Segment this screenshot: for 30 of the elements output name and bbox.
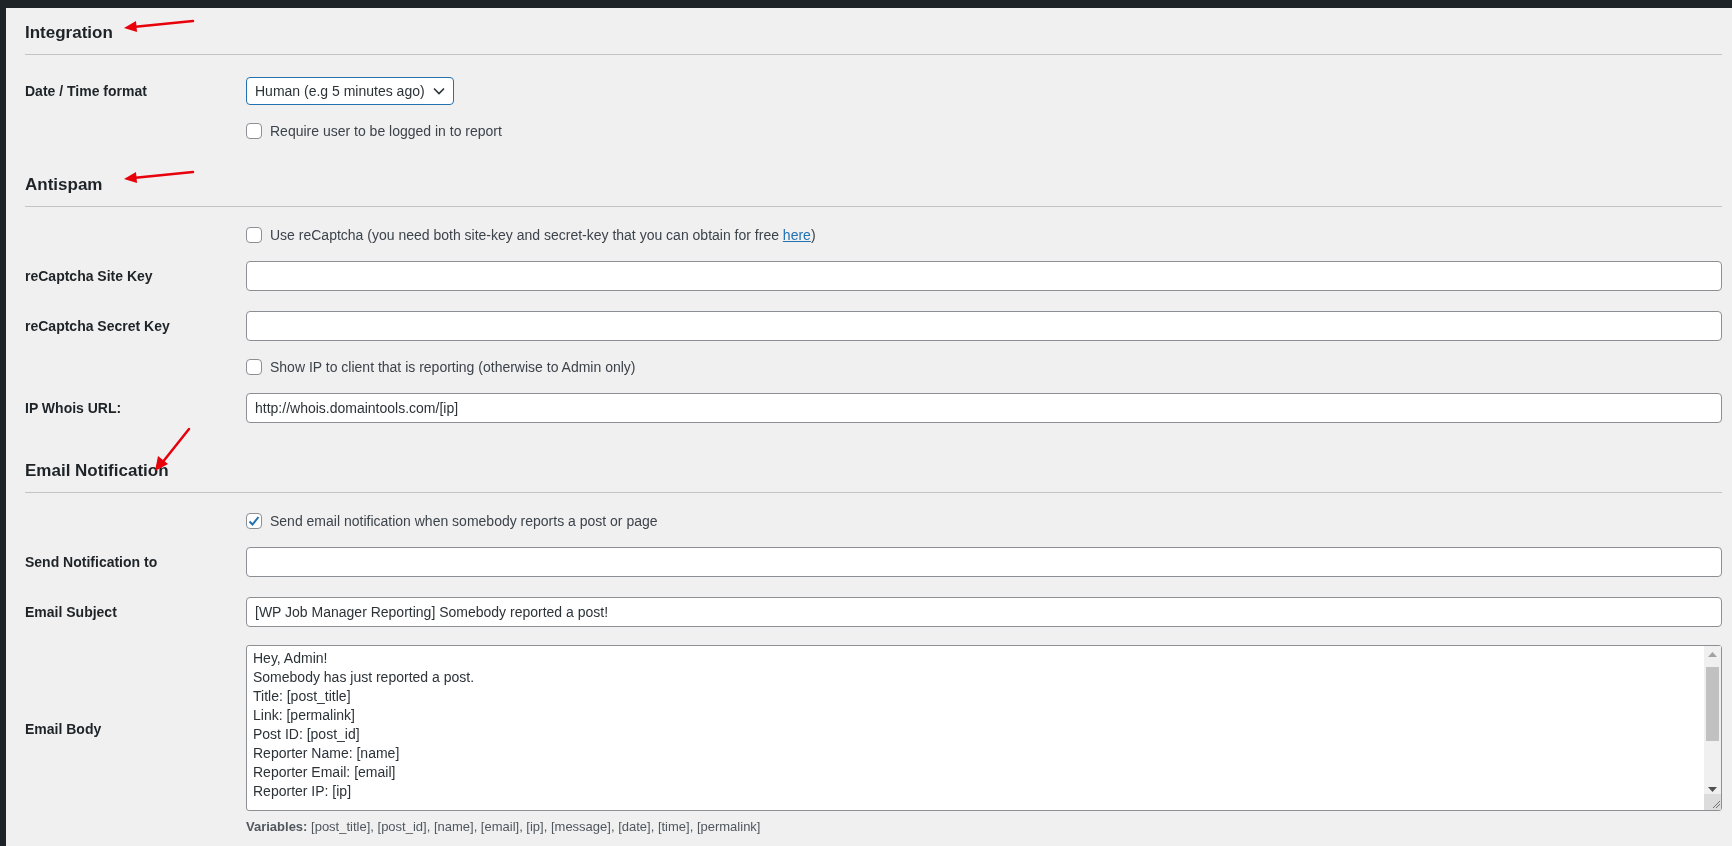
checkbox[interactable] <box>246 227 262 243</box>
checkbox-label: Require user to be logged in to report <box>270 123 502 139</box>
field-label: Email Body <box>25 721 102 737</box>
text-input[interactable]: http://whois.domaintools.com/[ip] <box>246 393 1722 423</box>
checkbox[interactable] <box>246 359 262 375</box>
field-label: Email Subject <box>25 604 117 620</box>
field-label: Send Notification to <box>25 554 158 570</box>
annotation-arrow <box>123 18 195 32</box>
section-heading: Antispam <box>25 174 103 196</box>
section-heading: Email Notification <box>25 460 169 482</box>
email-body-textarea[interactable]: Hey, Admin! Somebody has just reported a post. Title: [post_title] Link: [permalink] Post ID: [post_id] Reporter Name: [name] Reporter Email: [email] Reporter IP: [ip] <box>246 645 1722 811</box>
checkbox-label: Show IP to client that is reporting (otherwise to Admin only) <box>270 359 636 375</box>
chevron-down-icon <box>432 87 445 95</box>
text-input[interactable] <box>246 547 1722 577</box>
field-label: reCaptcha Secret Key <box>25 318 170 334</box>
link[interactable]: here <box>782 227 811 243</box>
field-label: Date / Time format <box>25 83 147 99</box>
checkbox-label: Use reCaptcha (you need both site-key and secret-key that you can obtain for free here) <box>270 227 816 243</box>
section-heading: Integration <box>25 22 113 44</box>
checkbox-label: Send email notification when somebody reports a post or page <box>270 513 658 529</box>
field-label: reCaptcha Site Key <box>25 268 153 284</box>
text-input[interactable] <box>246 261 1722 291</box>
checkbox[interactable] <box>246 123 262 139</box>
date-format-select[interactable]: Human (e.g 5 minutes ago) <box>246 77 454 105</box>
text-input[interactable]: [WP Job Manager Reporting] Somebody reported a post! <box>246 597 1722 627</box>
field-label: IP Whois URL: <box>25 400 122 416</box>
checkbox[interactable] <box>246 513 262 529</box>
annotation-arrow <box>123 169 195 183</box>
text-input[interactable] <box>246 311 1722 341</box>
variables-hint: Variables: [post_title], [post_id], [name], [email], [ip], [message], [date], [time], [permalink] <box>246 819 762 834</box>
